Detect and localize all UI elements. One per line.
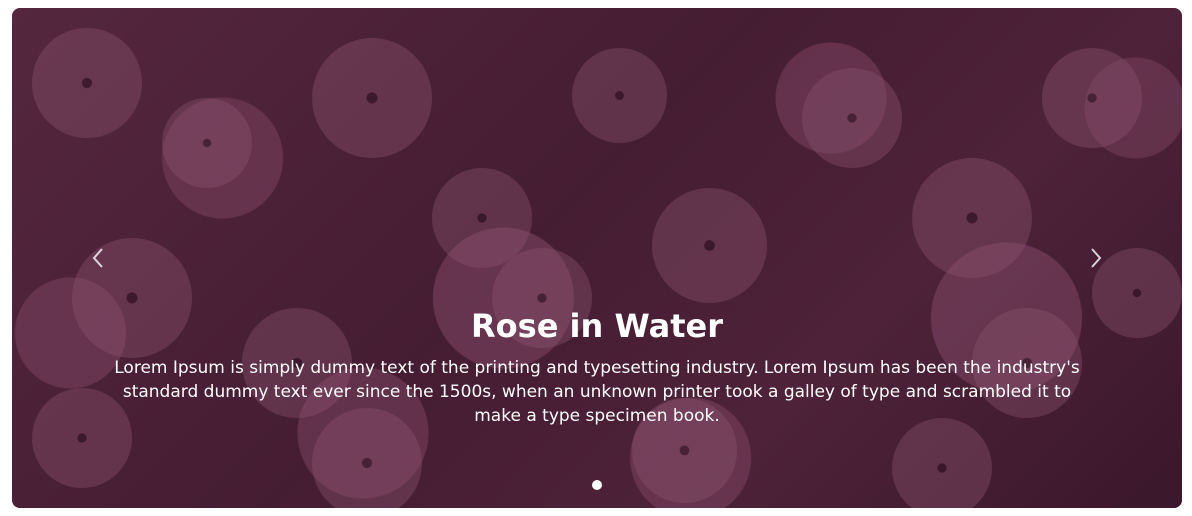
carousel-indicators [12,480,1182,490]
carousel-indicator-dot[interactable] [592,480,602,490]
carousel-next-button[interactable] [1082,244,1110,272]
image-carousel: Rose in Water Lorem Ipsum is simply dumm… [12,8,1182,508]
carousel-prev-button[interactable] [84,244,112,272]
slide-caption: Rose in Water Lorem Ipsum is simply dumm… [112,304,1082,428]
chevron-right-icon [1091,248,1102,268]
chevron-left-icon [92,248,103,268]
slide-title: Rose in Water [471,307,723,345]
dark-overlay [12,8,1182,508]
slide-description: Lorem Ipsum is simply dummy text of the … [114,358,1080,426]
